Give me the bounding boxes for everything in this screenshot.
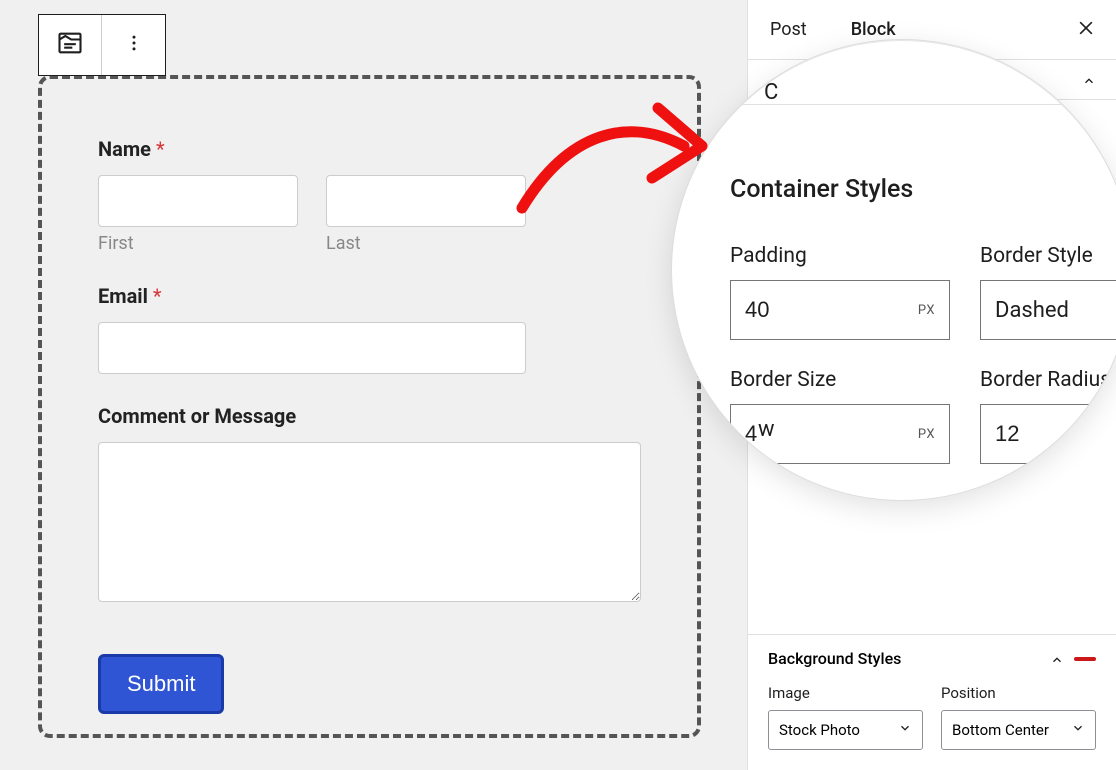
background-panel-title: Background Styles [768,649,901,668]
image-select[interactable]: Stock Photo [768,710,923,750]
email-input[interactable] [98,322,526,374]
editor-canvas: Name * First Last Email * Co [0,0,747,770]
position-label: Position [941,684,1096,702]
px-unit: PX [918,427,935,442]
panel-peek-letter: C [764,80,778,105]
border-style-select[interactable]: Dashed [980,280,1116,340]
chevron-down-icon [1071,721,1085,739]
position-select-value: Bottom Center [952,721,1049,739]
form-container[interactable]: Name * First Last Email * Co [38,75,701,738]
message-textarea[interactable] [98,442,641,602]
required-mark: * [153,284,162,308]
padding-input[interactable]: PX [730,280,950,340]
magnifier-callout: C Container Styles Padding PX Border Sty… [672,40,1116,500]
form-icon [56,29,84,61]
border-radius-label: Border Radius [980,368,1116,392]
email-label: Email * [98,284,641,308]
background-panel-header[interactable]: Background Styles [768,649,1096,668]
required-mark: * [156,137,165,161]
message-label: Comment or Message [98,404,641,428]
last-sublabel: Last [326,233,526,254]
position-select[interactable]: Bottom Center [941,710,1096,750]
more-vertical-icon [124,33,144,57]
border-size-label: Border Size [730,368,950,392]
name-label: Name * [98,137,641,161]
padding-input-value[interactable] [745,297,918,323]
email-field-row: Email * [98,284,641,374]
close-sidebar-button[interactable] [1076,16,1096,44]
first-name-input[interactable] [98,175,298,227]
remove-icon[interactable] [1074,657,1096,661]
close-icon [1076,16,1096,44]
image-label: Image [768,684,923,702]
chevron-up-icon [1080,80,1100,104]
form-block-icon-button[interactable] [39,15,102,75]
px-unit: PX [918,303,935,318]
last-name-input[interactable] [326,175,526,227]
border-style-value: Dashed [995,298,1069,323]
tab-post[interactable]: Post [770,1,807,58]
name-field-row: Name * First Last [98,137,641,254]
block-toolbar [38,14,166,76]
submit-button[interactable]: Submit [98,654,224,714]
border-style-label: Border Style [980,244,1116,268]
container-styles-title: Container Styles [730,175,1102,204]
chevron-down-icon [898,721,912,739]
peek-text: w [758,417,775,442]
chevron-up-icon [1050,652,1064,666]
message-field-row: Comment or Message [98,404,641,606]
more-options-button[interactable] [102,15,165,75]
background-styles-panel: Background Styles Image Stock Photo Po [748,634,1116,770]
first-sublabel: First [98,233,298,254]
image-select-value: Stock Photo [779,721,860,739]
padding-label: Padding [730,244,950,268]
